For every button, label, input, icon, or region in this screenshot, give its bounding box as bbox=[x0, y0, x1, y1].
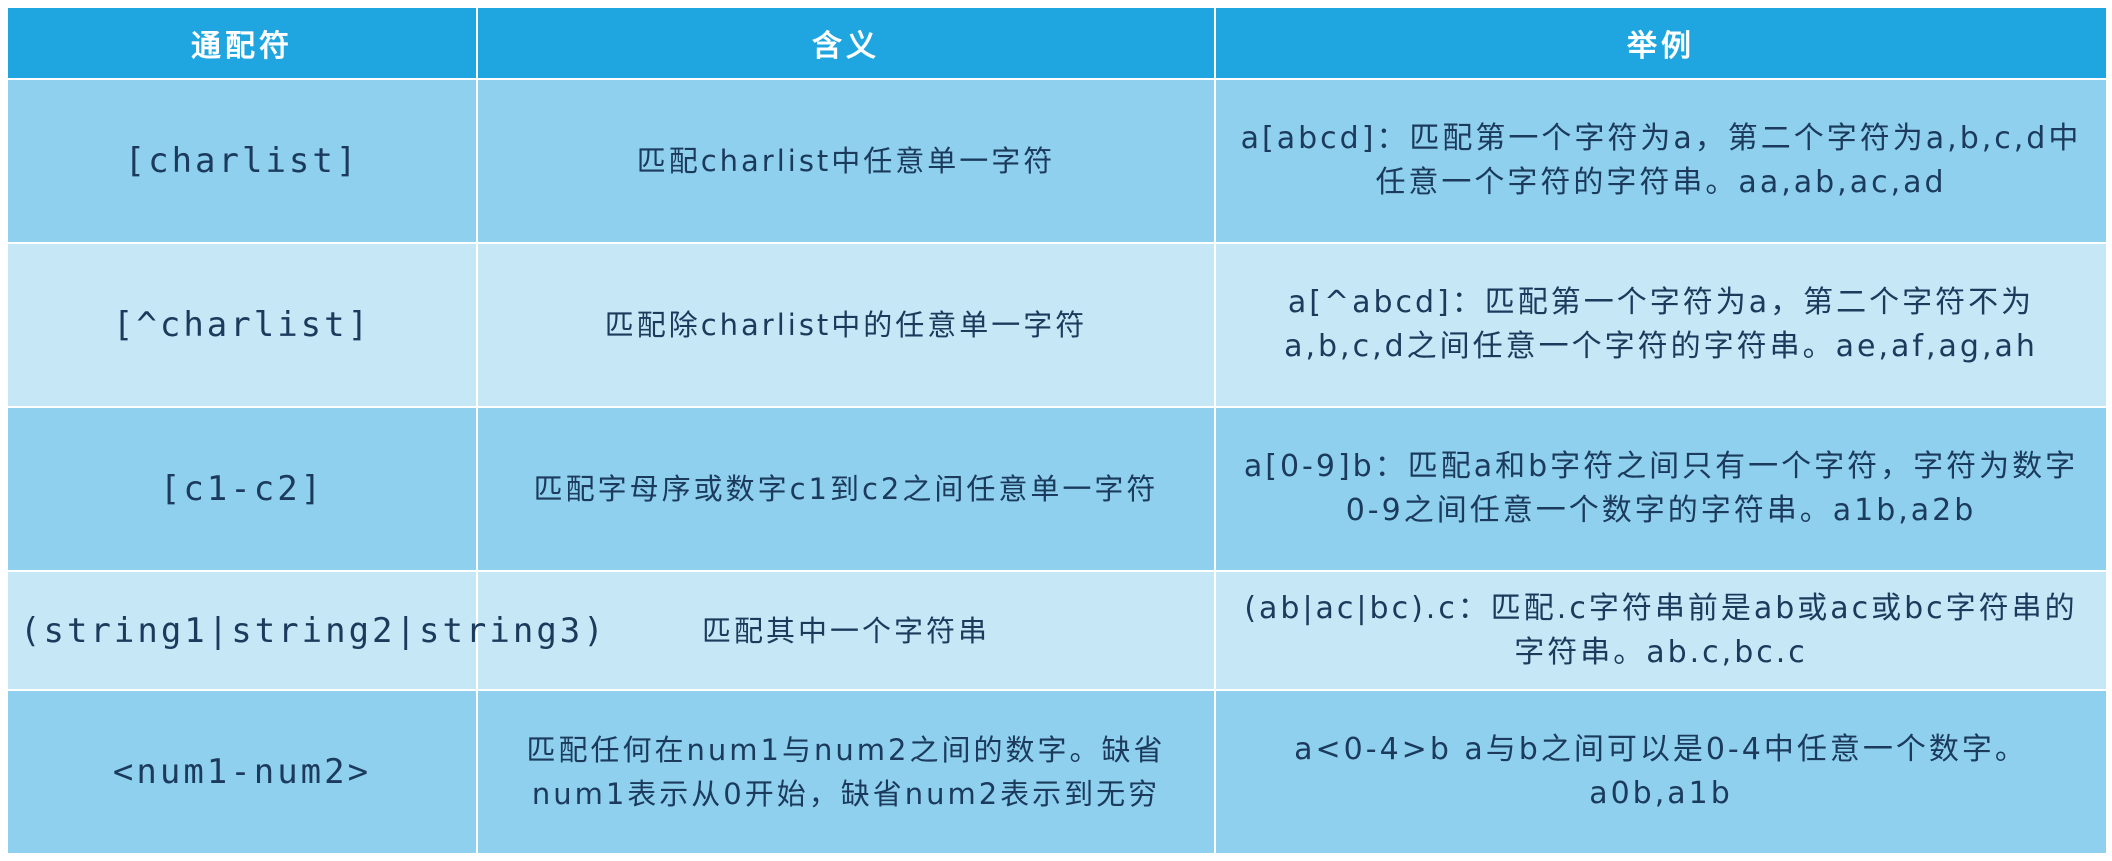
table-row: [charlist] 匹配charlist中任意单一字符 a[abcd]：匹配第… bbox=[6, 77, 2108, 245]
wildcard-table-container: 通配符 含义 举例 [charlist] 匹配charlist中任意单一字符 a… bbox=[6, 6, 2108, 856]
wildcard-cell: (string1|string2|string3) bbox=[6, 570, 604, 691]
example-cell: a[^abcd]：匹配第一个字符为a，第二个字符不为a,b,c,d之间任意一个字… bbox=[1214, 242, 2108, 409]
header-wildcard: 通配符 bbox=[6, 6, 478, 80]
meaning-cell: 匹配任何在num1与num2之间的数字。缺省num1表示从0开始，缺省num2表… bbox=[476, 688, 1216, 856]
wildcard-cell: <num1-num2> bbox=[6, 688, 478, 856]
example-cell: a<0-4>b a与b之间可以是0-4中任意一个数字。a0b,a1b bbox=[1214, 688, 2108, 856]
header-meaning: 含义 bbox=[476, 6, 1216, 80]
table-row: (string1|string2|string3) 匹配其中一个字符串 (ab|… bbox=[6, 570, 2108, 691]
wildcard-cell: [c1-c2] bbox=[6, 406, 478, 573]
table-row: <num1-num2> 匹配任何在num1与num2之间的数字。缺省num1表示… bbox=[6, 688, 2108, 856]
meaning-cell: 匹配字母序或数字c1到c2之间任意单一字符 bbox=[476, 406, 1216, 573]
wildcard-table: 通配符 含义 举例 [charlist] 匹配charlist中任意单一字符 a… bbox=[6, 6, 2108, 856]
meaning-cell: 匹配除charlist中的任意单一字符 bbox=[476, 242, 1216, 409]
wildcard-cell: [charlist] bbox=[6, 77, 478, 245]
table-row: [^charlist] 匹配除charlist中的任意单一字符 a[^abcd]… bbox=[6, 242, 2108, 409]
example-cell: a[abcd]：匹配第一个字符为a，第二个字符为a,b,c,d中任意一个字符的字… bbox=[1214, 77, 2108, 245]
table-header-row: 通配符 含义 举例 bbox=[6, 6, 2108, 80]
example-cell: a[0-9]b：匹配a和b字符之间只有一个字符，字符为数字0-9之间任意一个数字… bbox=[1214, 406, 2108, 573]
meaning-cell: 匹配charlist中任意单一字符 bbox=[476, 77, 1216, 245]
header-example: 举例 bbox=[1214, 6, 2108, 80]
wildcard-cell: [^charlist] bbox=[6, 242, 478, 409]
example-cell: (ab|ac|bc).c：匹配.c字符串前是ab或ac或bc字符串的字符串。ab… bbox=[1214, 570, 2108, 691]
table-row: [c1-c2] 匹配字母序或数字c1到c2之间任意单一字符 a[0-9]b：匹配… bbox=[6, 406, 2108, 573]
